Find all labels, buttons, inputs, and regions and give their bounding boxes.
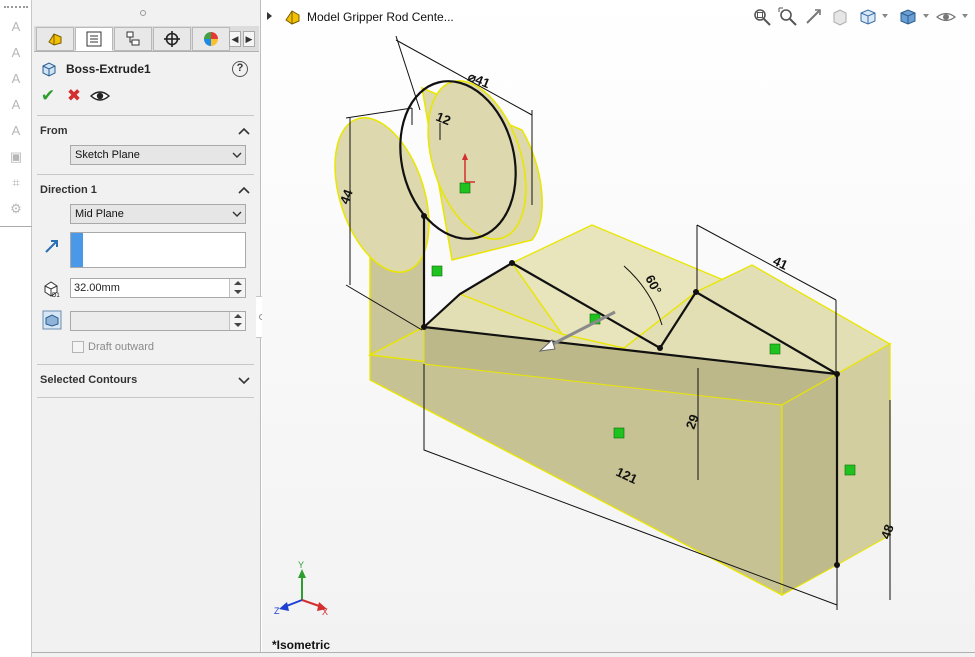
direction1-section-title: Direction 1: [40, 184, 97, 196]
strip-grip[interactable]: [4, 6, 28, 10]
auto-balloon-icon[interactable]: A: [7, 122, 25, 140]
draft-angle-input[interactable]: [70, 311, 246, 331]
model-view[interactable]: ⌀41 12 44 60° 41 29 121 48 Y X Z: [262, 0, 975, 657]
display-manager-icon: [204, 32, 218, 46]
tab-scroll-right-icon[interactable]: ▶: [243, 31, 255, 47]
zoom-to-area-button[interactable]: [778, 7, 798, 27]
chevron-down-icon[interactable]: [962, 14, 968, 18]
selected-contours-title: Selected Contours: [40, 374, 138, 386]
previous-view-icon: [806, 9, 821, 24]
divider: [37, 397, 254, 398]
bottom-tab-bar[interactable]: [32, 652, 975, 657]
zoom-to-fit-button[interactable]: [752, 7, 772, 27]
datum-icon[interactable]: ⚙: [7, 200, 25, 218]
depth-spinner[interactable]: [229, 279, 245, 297]
from-select-value: Sketch Plane: [75, 149, 140, 161]
horizontal-relation-icon: [769, 343, 781, 355]
breadcrumb-label[interactable]: Model Gripper Rod Cente...: [307, 10, 454, 24]
triad-x-label: X: [322, 607, 328, 617]
command-strip: A A A A A ▣ ⌗ ⚙: [0, 0, 32, 657]
part-icon: [285, 10, 300, 25]
end-condition-select[interactable]: Mid Plane: [70, 204, 246, 224]
from-section-title: From: [40, 125, 68, 137]
tab-display-manager[interactable]: [192, 27, 230, 51]
zoom-to-area-icon: [778, 7, 797, 26]
cancel-button[interactable]: ✖: [64, 86, 84, 106]
chevron-down-icon[interactable]: [237, 375, 251, 385]
svg-text:D1: D1: [52, 293, 60, 298]
view-name-label: *Isometric: [272, 638, 331, 652]
chevron-down-icon[interactable]: [882, 14, 888, 18]
graphics-area[interactable]: ⌀41 12 44 60° 41 29 121 48 Y X Z Model G…: [262, 0, 975, 657]
divider: [37, 115, 254, 116]
dimxpert-manager-icon: [164, 31, 180, 47]
manager-tabs: ◀ ▶: [34, 26, 259, 52]
feature-title: Boss-Extrude1: [66, 62, 151, 76]
chevron-down-icon: [232, 211, 242, 217]
feature-manager-icon: [48, 33, 62, 46]
chevron-down-icon: [232, 152, 242, 158]
vertical-relation-icon: [431, 265, 443, 277]
eye-icon: [89, 91, 111, 101]
spell-icon[interactable]: A: [7, 70, 25, 88]
depth-value: 32.00mm: [74, 282, 120, 294]
draft-icon[interactable]: [42, 310, 62, 330]
depth-input[interactable]: 32.00mm: [70, 278, 246, 298]
view-orientation-button[interactable]: [858, 7, 878, 27]
smart-dimension-icon[interactable]: A: [7, 18, 25, 36]
panel-grip[interactable]: [140, 10, 146, 16]
draft-outward-checkbox[interactable]: [72, 341, 84, 353]
section-view-button[interactable]: [830, 7, 850, 27]
triad-z-label: Z: [274, 606, 280, 616]
reverse-direction-icon[interactable]: [42, 236, 62, 256]
direction-reference-list[interactable]: [70, 232, 246, 268]
property-manager: ◀ ▶ Boss-Extrude1 ? ✔ ✖ From Sketch Plan…: [32, 0, 261, 657]
note-icon[interactable]: A: [7, 44, 25, 62]
draft-angle-spinner[interactable]: [229, 312, 245, 330]
from-select[interactable]: Sketch Plane: [70, 145, 246, 165]
horizontal-relation-icon: [613, 427, 625, 439]
chevron-up-icon[interactable]: [237, 126, 251, 136]
tab-dimxpert-manager[interactable]: [153, 27, 191, 51]
section-view-icon: [833, 9, 847, 26]
draft-outward-label: Draft outward: [88, 341, 155, 353]
display-style-icon: [900, 9, 916, 25]
chevron-up-icon[interactable]: [237, 185, 251, 195]
balloon-icon[interactable]: A: [7, 96, 25, 114]
tab-feature-manager[interactable]: [36, 27, 74, 51]
hide-show-items-button[interactable]: [935, 7, 957, 27]
depth-icon: D1: [44, 281, 60, 298]
zoom-to-fit-icon: [754, 9, 771, 26]
tangent-relation-icon: [459, 182, 471, 194]
property-manager-icon: [86, 31, 102, 47]
feature-header: Boss-Extrude1 ?: [40, 60, 255, 80]
divider: [37, 174, 254, 175]
selection-color-swatch: [71, 233, 83, 267]
ok-button[interactable]: ✔: [38, 86, 58, 106]
tab-scroll-left-icon[interactable]: ◀: [229, 31, 241, 47]
preview-button[interactable]: [89, 86, 111, 106]
chevron-down-icon[interactable]: [923, 14, 929, 18]
strip-divider: [0, 226, 32, 227]
end-condition-value: Mid Plane: [75, 208, 124, 220]
previous-view-button[interactable]: [804, 7, 824, 27]
display-style-button[interactable]: [898, 7, 918, 27]
tab-configuration-manager[interactable]: [114, 27, 152, 51]
eye-icon: [935, 12, 957, 22]
divider: [37, 364, 254, 365]
triad-y-label: Y: [298, 560, 304, 570]
view-orientation-icon: [860, 9, 876, 25]
vertical-relation-icon: [844, 464, 856, 476]
help-button[interactable]: ?: [232, 61, 248, 77]
breadcrumb-expand-icon[interactable]: [267, 12, 272, 20]
configuration-manager-icon: [126, 31, 140, 46]
hole-callout-icon[interactable]: ⌗: [7, 174, 25, 192]
weld-symbol-icon[interactable]: ▣: [7, 148, 25, 166]
tab-property-manager[interactable]: [75, 27, 113, 51]
boss-extrude-icon: [42, 62, 56, 77]
